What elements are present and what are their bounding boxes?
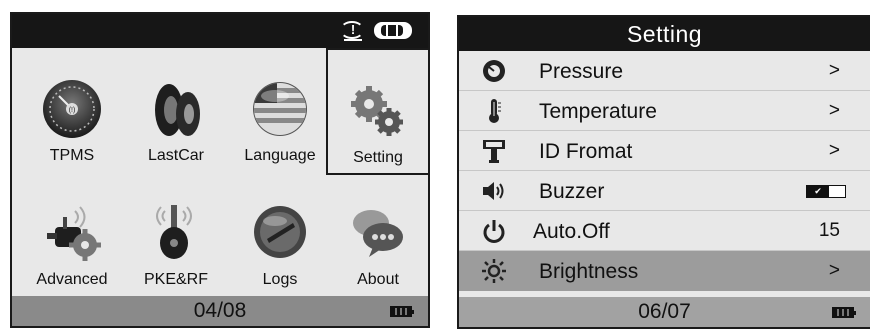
setting-screen: Setting Pressure > Temperature > ID From… — [457, 15, 870, 329]
app-pke-rf[interactable]: PKE&RF — [124, 175, 228, 302]
menu-item-temperature[interactable]: Temperature > — [459, 91, 870, 131]
thermometer-icon — [489, 99, 501, 123]
app-label: Advanced — [36, 271, 108, 288]
app-language[interactable]: Language — [228, 48, 332, 175]
app-grid: (!) TPMS LastCar Language Setting Advanc… — [12, 48, 430, 302]
menu-item-label: Brightness — [539, 260, 639, 283]
tire-status-icon — [374, 22, 412, 39]
app-label: TPMS — [49, 147, 95, 164]
app-advanced[interactable]: Advanced — [20, 175, 124, 302]
bottom-status-bar: 04/08 — [12, 296, 428, 326]
app-label: LastCar — [147, 147, 205, 164]
menu-item-auto-off[interactable]: Auto.Off 15 — [459, 211, 870, 251]
menu-item-value: 15 — [818, 220, 840, 241]
menu-item-value: > — [828, 100, 840, 121]
buzzer-toggle[interactable]: ✔ — [806, 185, 846, 198]
menu-item-value: > — [828, 260, 840, 281]
sensor-gear-icon — [47, 206, 101, 261]
svg-text:(!): (!) — [69, 107, 76, 114]
power-icon — [483, 220, 505, 243]
car-tire-icon — [155, 84, 200, 136]
battery-icon — [832, 307, 856, 318]
menu-item-value: > — [828, 60, 840, 81]
sun-icon — [482, 259, 506, 283]
home-screen: ! (!) TPMS LastCar Language Setting Adva… — [10, 12, 430, 328]
page-title: Setting — [459, 17, 870, 51]
menu-item-label: Buzzer — [539, 180, 605, 203]
menu-item-label: Temperature — [539, 100, 657, 123]
menu-item-buzzer[interactable]: Buzzer ✔ — [459, 171, 870, 211]
menu-item-label: Auto.Off — [533, 220, 610, 243]
app-lastcar[interactable]: LastCar — [124, 48, 228, 175]
bottom-status-bar: 06/07 — [459, 297, 870, 327]
app-tpms[interactable]: (!) TPMS — [20, 48, 124, 175]
app-label: Setting — [353, 149, 403, 166]
tpms-warning-icon: ! — [340, 19, 366, 41]
menu-item-pressure[interactable]: Pressure > — [459, 51, 870, 91]
key-signal-icon — [156, 205, 192, 259]
page-indicator: 04/08 — [193, 299, 247, 322]
app-label: About — [357, 271, 399, 288]
status-bar: ! — [12, 14, 428, 48]
menu-item-label: ID Fromat — [539, 140, 633, 163]
app-setting[interactable]: Setting — [326, 48, 430, 175]
app-label: PKE&RF — [143, 271, 208, 288]
app-logs[interactable]: Logs — [228, 175, 332, 302]
id-format-icon — [483, 140, 505, 163]
menu-item-value: > — [828, 140, 840, 161]
app-about[interactable]: About — [326, 175, 430, 302]
speech-bubbles-icon — [353, 210, 403, 257]
page-indicator: 06/07 — [638, 300, 691, 323]
speaker-icon — [483, 182, 504, 200]
battery-icon — [390, 306, 414, 317]
pressure-icon — [483, 60, 505, 82]
menu-item-label: Pressure — [539, 60, 624, 83]
check-icon: ✔ — [807, 186, 829, 197]
logs-disc-icon — [254, 206, 306, 258]
menu-item-id-format[interactable]: ID Fromat > — [459, 131, 870, 171]
app-label: Logs — [262, 271, 298, 288]
speedometer-icon: (!) — [43, 80, 101, 138]
flag-globe-icon — [253, 82, 307, 136]
app-label: Language — [244, 147, 316, 164]
menu-item-brightness[interactable]: Brightness > — [459, 251, 870, 291]
settings-menu: Pressure > Temperature > ID Fromat > Buz… — [459, 51, 870, 291]
gears-icon — [351, 86, 403, 136]
